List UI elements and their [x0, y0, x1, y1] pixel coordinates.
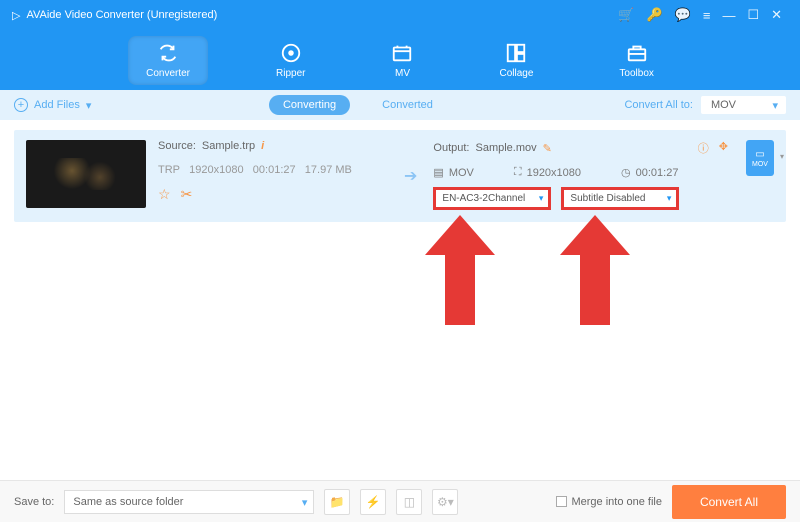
- film-icon: ▤: [433, 166, 443, 179]
- file-item: Source: Sample.trp i TRP 1920x1080 00:01…: [14, 130, 786, 222]
- edit-icon[interactable]: ✎: [543, 142, 552, 155]
- app-title: AVAide Video Converter (Unregistered): [26, 9, 217, 21]
- output-duration: 00:01:27: [636, 167, 679, 179]
- tool-collage[interactable]: Collage: [481, 36, 551, 85]
- plus-icon: +: [14, 98, 28, 112]
- menu-icon[interactable]: ≡: [703, 8, 711, 23]
- source-format: TRP: [158, 164, 180, 176]
- audio-track-dropdown[interactable]: EN-AC3-2Channel: [433, 187, 551, 210]
- checkbox-icon: [556, 496, 567, 507]
- badge-format: MOV: [752, 161, 768, 168]
- tool-mv[interactable]: MV: [373, 36, 431, 85]
- gpu-button[interactable]: ◫: [396, 489, 422, 515]
- tool-ripper[interactable]: Ripper: [258, 36, 323, 85]
- ripper-icon: [280, 42, 302, 64]
- expand-icon: ⛶: [514, 166, 522, 179]
- screen-icon: ▭: [755, 149, 764, 160]
- toolbox-icon: [626, 42, 648, 64]
- cut-icon[interactable]: ✂: [181, 186, 193, 203]
- source-duration: 00:01:27: [253, 164, 296, 176]
- source-size: 17.97 MB: [305, 164, 352, 176]
- minimize-icon[interactable]: —: [722, 8, 735, 23]
- maximize-icon[interactable]: ☐: [747, 7, 759, 23]
- tool-toolbox[interactable]: Toolbox: [601, 36, 671, 85]
- title-bar: ▷ AVAide Video Converter (Unregistered) …: [0, 0, 800, 30]
- main-toolbar: Converter Ripper MV Collage Toolbox: [0, 30, 800, 90]
- save-to-dropdown[interactable]: Same as source folder: [64, 490, 314, 514]
- sub-toolbar: + Add Files ▾ Converting Converted Conve…: [0, 90, 800, 120]
- tool-label: MV: [395, 68, 410, 79]
- star-icon[interactable]: ☆: [158, 186, 171, 203]
- video-thumbnail[interactable]: [26, 140, 146, 208]
- open-folder-button[interactable]: 📁: [324, 489, 350, 515]
- footer-bar: Save to: Same as source folder 📁 ⚡ ◫ ⚙▾ …: [0, 480, 800, 522]
- tab-converted[interactable]: Converted: [368, 95, 447, 115]
- clock-icon: ◷: [621, 166, 631, 179]
- tool-label: Ripper: [276, 68, 305, 79]
- output-format: MOV: [449, 167, 474, 179]
- output-column: Output: Sample.mov ✎ ⓘ ✥ ▤ MOV ⛶ 1920x1080…: [433, 140, 728, 212]
- converter-icon: [157, 42, 179, 64]
- source-label: Source:: [158, 140, 196, 152]
- annotation-arrow-subtitle: [560, 215, 630, 325]
- output-filename: Sample.mov: [475, 142, 536, 154]
- convert-all-label: Convert All to:: [624, 99, 692, 111]
- add-files-label: Add Files: [34, 99, 80, 111]
- tab-converting[interactable]: Converting: [269, 95, 350, 115]
- content-area: Source: Sample.trp i TRP 1920x1080 00:01…: [0, 120, 800, 232]
- info-icon[interactable]: i: [261, 140, 264, 152]
- app-logo-icon: ▷: [12, 9, 20, 22]
- convert-all-format-dropdown[interactable]: MOV: [701, 96, 786, 114]
- merge-checkbox[interactable]: Merge into one file: [556, 496, 662, 508]
- high-speed-button[interactable]: ⚡: [360, 489, 386, 515]
- feedback-icon[interactable]: 💬: [675, 7, 691, 23]
- tool-label: Toolbox: [619, 68, 653, 79]
- tool-converter[interactable]: Converter: [128, 36, 208, 85]
- tool-label: Converter: [146, 68, 190, 79]
- source-resolution: 1920x1080: [189, 164, 243, 176]
- arrow-right-icon: ➔: [404, 166, 417, 186]
- source-filename: Sample.trp: [202, 140, 255, 152]
- add-files-button[interactable]: + Add Files ▾: [14, 98, 91, 112]
- output-format-badge[interactable]: ▭ MOV: [746, 140, 774, 176]
- save-to-label: Save to:: [14, 496, 54, 508]
- convert-all-button[interactable]: Convert All: [672, 485, 786, 519]
- warning-icon[interactable]: ⓘ: [698, 140, 709, 156]
- settings-button[interactable]: ⚙▾: [432, 489, 458, 515]
- output-label: Output:: [433, 142, 469, 154]
- subtitle-dropdown[interactable]: Subtitle Disabled: [561, 187, 679, 210]
- close-icon[interactable]: ✕: [771, 7, 782, 23]
- merge-label: Merge into one file: [571, 496, 662, 508]
- source-column: Source: Sample.trp i TRP 1920x1080 00:01…: [158, 140, 388, 212]
- move-icon[interactable]: ✥: [719, 140, 728, 156]
- mv-icon: [391, 42, 413, 64]
- key-icon[interactable]: 🔑: [646, 7, 662, 23]
- collage-icon: [505, 42, 527, 64]
- output-resolution: 1920x1080: [527, 167, 581, 179]
- tool-label: Collage: [499, 68, 533, 79]
- annotation-arrow-audio: [425, 215, 495, 325]
- cart-icon[interactable]: 🛒: [618, 7, 634, 23]
